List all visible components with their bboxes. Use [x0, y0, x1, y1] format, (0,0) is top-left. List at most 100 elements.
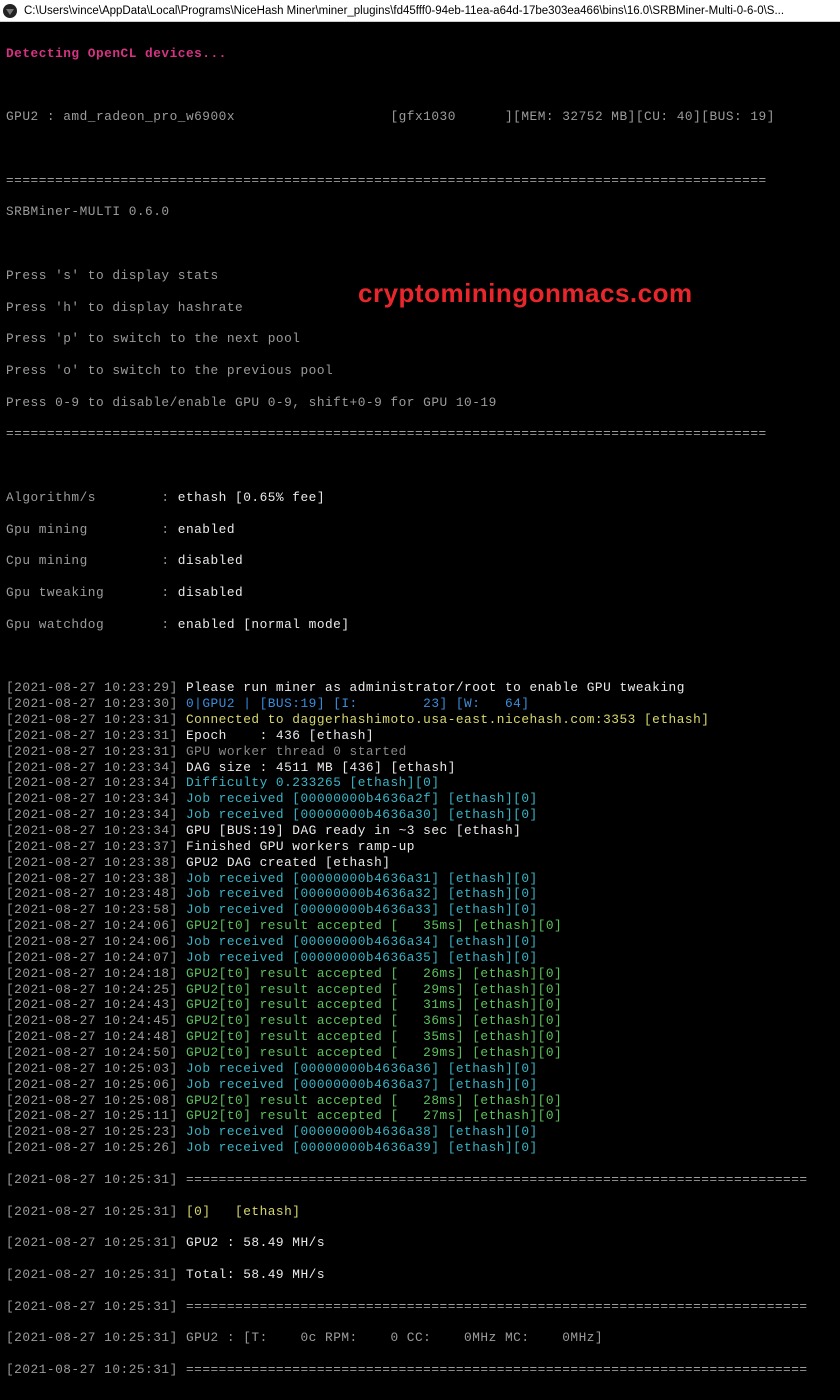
- log-line: [2021-08-27 10:24:45] GPU2[t0] result ac…: [6, 1013, 834, 1029]
- log-line: [2021-08-27 10:24:06] GPU2[t0] result ac…: [6, 918, 834, 934]
- gpu-info-line: GPU2 : amd_radeon_pro_w6900x [gfx1030 ][…: [6, 109, 834, 125]
- terminal-output: Detecting OpenCL devices... GPU2 : amd_r…: [0, 22, 840, 1400]
- log-line: [2021-08-27 10:23:34] DAG size : 4511 MB…: [6, 760, 834, 776]
- log-timestamp: [2021-08-27 10:23:31]: [6, 744, 178, 759]
- log-line: [2021-08-27 10:23:38] GPU2 DAG created […: [6, 855, 834, 871]
- log-line: [2021-08-27 10:25:06] Job received [0000…: [6, 1077, 834, 1093]
- log-message: GPU2[t0] result accepted [ 31ms] [ethash…: [178, 997, 562, 1012]
- log-message: GPU worker thread 0 started: [178, 744, 407, 759]
- log-message: 0|GPU2 | [BUS:19] [I: 23] [W: 64]: [178, 696, 530, 711]
- log-message: GPU2[t0] result accepted [ 27ms] [ethash…: [178, 1108, 562, 1123]
- divider-bottom: ========================================…: [6, 426, 834, 442]
- log-timestamp: [2021-08-27 10:24:43]: [6, 997, 178, 1012]
- log-line: [2021-08-27 10:24:18] GPU2[t0] result ac…: [6, 966, 834, 982]
- log-timestamp: [2021-08-27 10:23:34]: [6, 791, 178, 806]
- footer-gpu-stats: [2021-08-27 10:25:31] GPU2 : [T: 0c RPM:…: [6, 1330, 834, 1346]
- footer-divider: [2021-08-27 10:25:31] ==================…: [6, 1172, 834, 1188]
- log-timestamp: [2021-08-27 10:23:58]: [6, 902, 178, 917]
- log-message: Job received [00000000b4636a30] [ethash]…: [178, 807, 538, 822]
- log-timestamp: [2021-08-27 10:25:23]: [6, 1124, 178, 1139]
- log-timestamp: [2021-08-27 10:23:34]: [6, 760, 178, 775]
- log-message: GPU2[t0] result accepted [ 29ms] [ethash…: [178, 1045, 562, 1060]
- log-message: GPU2[t0] result accepted [ 28ms] [ethash…: [178, 1093, 562, 1108]
- help-line: Press 'p' to switch to the next pool: [6, 331, 834, 347]
- log-timestamp: [2021-08-27 10:24:48]: [6, 1029, 178, 1044]
- log-message: Job received [00000000b4636a34] [ethash]…: [178, 934, 538, 949]
- log-line: [2021-08-27 10:25:08] GPU2[t0] result ac…: [6, 1093, 834, 1109]
- app-icon: [2, 3, 18, 19]
- log-timestamp: [2021-08-27 10:23:38]: [6, 855, 178, 870]
- log-message: GPU2[t0] result accepted [ 36ms] [ethash…: [178, 1013, 562, 1028]
- log-message: Job received [00000000b4636a2f] [ethash]…: [178, 791, 538, 806]
- log-timestamp: [2021-08-27 10:24:07]: [6, 950, 178, 965]
- log-message: Job received [00000000b4636a32] [ethash]…: [178, 886, 538, 901]
- log-message: GPU2[t0] result accepted [ 35ms] [ethash…: [178, 1029, 562, 1044]
- log-message: Job received [00000000b4636a37] [ethash]…: [178, 1077, 538, 1092]
- log-timestamp: [2021-08-27 10:25:03]: [6, 1061, 178, 1076]
- log-line: [2021-08-27 10:24:43] GPU2[t0] result ac…: [6, 997, 834, 1013]
- log-message: Job received [00000000b4636a33] [ethash]…: [178, 902, 538, 917]
- config-row: Algorithm/s : ethash [0.65% fee]: [6, 490, 834, 506]
- log-line: [2021-08-27 10:23:58] Job received [0000…: [6, 902, 834, 918]
- log-timestamp: [2021-08-27 10:25:08]: [6, 1093, 178, 1108]
- log-message: Difficulty 0.233265 [ethash][0]: [178, 775, 440, 790]
- log-message: Job received [00000000b4636a39] [ethash]…: [178, 1140, 538, 1155]
- log-message: Finished GPU workers ramp-up: [178, 839, 415, 854]
- footer-divider: [2021-08-27 10:25:31] ==================…: [6, 1362, 834, 1378]
- log-timestamp: [2021-08-27 10:23:29]: [6, 680, 178, 695]
- log-timestamp: [2021-08-27 10:23:30]: [6, 696, 178, 711]
- log-line: [2021-08-27 10:24:07] Job received [0000…: [6, 950, 834, 966]
- log-line: [2021-08-27 10:25:03] Job received [0000…: [6, 1061, 834, 1077]
- log-message: Job received [00000000b4636a35] [ethash]…: [178, 950, 538, 965]
- log-timestamp: [2021-08-27 10:23:34]: [6, 775, 178, 790]
- log-line: [2021-08-27 10:23:34] Job received [0000…: [6, 791, 834, 807]
- log-timestamp: [2021-08-27 10:23:31]: [6, 728, 178, 743]
- config-row: Gpu watchdog : enabled [normal mode]: [6, 617, 834, 633]
- log-message: GPU2[t0] result accepted [ 35ms] [ethash…: [178, 918, 562, 933]
- log-timestamp: [2021-08-27 10:24:06]: [6, 934, 178, 949]
- log-line: [2021-08-27 10:23:29] Please run miner a…: [6, 680, 834, 696]
- config-row: Cpu mining : disabled: [6, 553, 834, 569]
- log-timestamp: [2021-08-27 10:23:37]: [6, 839, 178, 854]
- log-timestamp: [2021-08-27 10:23:34]: [6, 807, 178, 822]
- log-line: [2021-08-27 10:25:23] Job received [0000…: [6, 1124, 834, 1140]
- log-line: [2021-08-27 10:24:50] GPU2[t0] result ac…: [6, 1045, 834, 1061]
- log-message: Job received [00000000b4636a36] [ethash]…: [178, 1061, 538, 1076]
- log-message: GPU [BUS:19] DAG ready in ~3 sec [ethash…: [178, 823, 522, 838]
- detecting-line: Detecting OpenCL devices...: [6, 46, 834, 62]
- help-line: Press 's' to display stats: [6, 268, 834, 284]
- log-message: GPU2 DAG created [ethash]: [178, 855, 391, 870]
- log-message: Connected to daggerhashimoto.usa-east.ni…: [178, 712, 710, 727]
- log-line: [2021-08-27 10:23:31] Connected to dagge…: [6, 712, 834, 728]
- footer-divider: [2021-08-27 10:25:31] ==================…: [6, 1299, 834, 1315]
- log-timestamp: [2021-08-27 10:24:25]: [6, 982, 178, 997]
- footer-gpu2: [2021-08-27 10:25:31] GPU2 : 58.49 MH/s: [6, 1235, 834, 1251]
- log-line: [2021-08-27 10:24:06] Job received [0000…: [6, 934, 834, 950]
- log-message: Job received [00000000b4636a38] [ethash]…: [178, 1124, 538, 1139]
- log-message: Job received [00000000b4636a31] [ethash]…: [178, 871, 538, 886]
- log-timestamp: [2021-08-27 10:23:48]: [6, 886, 178, 901]
- log-line: [2021-08-27 10:25:11] GPU2[t0] result ac…: [6, 1108, 834, 1124]
- log-line: [2021-08-27 10:23:31] GPU worker thread …: [6, 744, 834, 760]
- log-line: [2021-08-27 10:23:30] 0|GPU2 | [BUS:19] …: [6, 696, 834, 712]
- log-timestamp: [2021-08-27 10:24:18]: [6, 966, 178, 981]
- help-line: Press 'h' to display hashrate: [6, 300, 834, 316]
- log-line: [2021-08-27 10:24:48] GPU2[t0] result ac…: [6, 1029, 834, 1045]
- log-line: [2021-08-27 10:25:26] Job received [0000…: [6, 1140, 834, 1156]
- log-timestamp: [2021-08-27 10:25:11]: [6, 1108, 178, 1123]
- log-timestamp: [2021-08-27 10:23:38]: [6, 871, 178, 886]
- log-message: Please run miner as administrator/root t…: [178, 680, 685, 695]
- log-line: [2021-08-27 10:23:38] Job received [0000…: [6, 871, 834, 887]
- log-message: GPU2[t0] result accepted [ 26ms] [ethash…: [178, 966, 562, 981]
- help-line: Press 0-9 to disable/enable GPU 0-9, shi…: [6, 395, 834, 411]
- log-line: [2021-08-27 10:23:34] GPU [BUS:19] DAG r…: [6, 823, 834, 839]
- log-timestamp: [2021-08-27 10:24:45]: [6, 1013, 178, 1028]
- footer-algo: [2021-08-27 10:25:31] [0] [ethash]: [6, 1204, 834, 1220]
- log-timestamp: [2021-08-27 10:24:50]: [6, 1045, 178, 1060]
- log-line: [2021-08-27 10:23:31] Epoch : 436 [ethas…: [6, 728, 834, 744]
- log-message: Epoch : 436 [ethash]: [178, 728, 374, 743]
- log-line: [2021-08-27 10:23:48] Job received [0000…: [6, 886, 834, 902]
- log-timestamp: [2021-08-27 10:25:06]: [6, 1077, 178, 1092]
- log-timestamp: [2021-08-27 10:25:26]: [6, 1140, 178, 1155]
- log-timestamp: [2021-08-27 10:23:34]: [6, 823, 178, 838]
